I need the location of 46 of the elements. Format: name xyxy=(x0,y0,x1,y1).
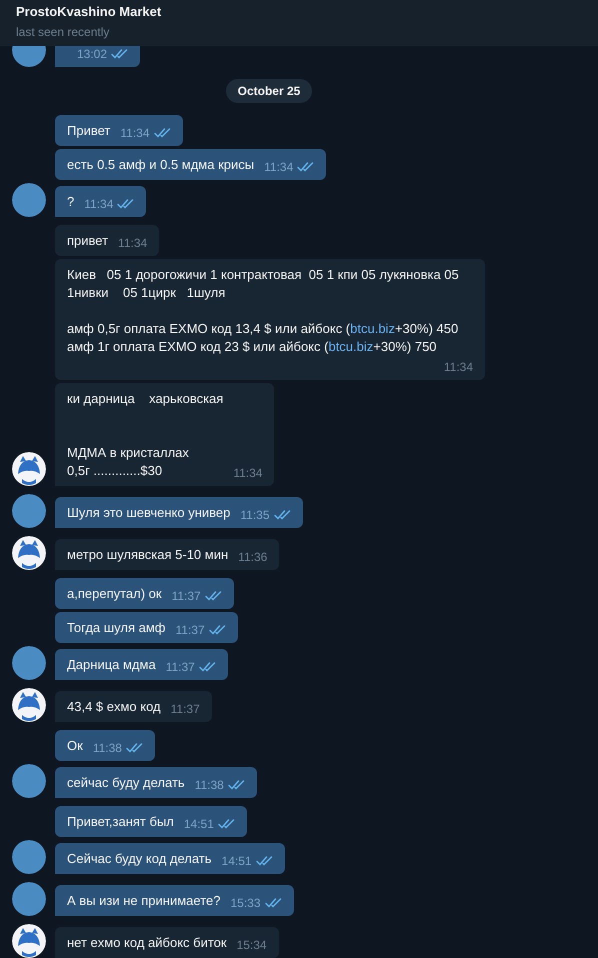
message-time: 14:51 xyxy=(222,853,252,870)
date-chip: October 25 xyxy=(226,79,312,103)
message-time: 11:37 xyxy=(172,588,201,605)
message-time: 11:38 xyxy=(194,777,224,794)
message-time: 14:51 xyxy=(184,816,214,833)
message-text: Киев 05 1 дорогожичи 1 контрактовая 05 1 кпи 05 лукяновка 05 1нивки 05 1цирк 1шуля амф 0,5г оплата EXMO код 13,4 $ или айбокс (btcu.biz+30%) 450 амф 1г оплата EXMO код 23 $ или айбокс (btcu.biz+30%) 750 xyxy=(67,266,460,356)
message-text: сейчас буду делать xyxy=(67,774,185,792)
message-text: Тогда шуля амф xyxy=(67,619,166,637)
message-time: 11:37 xyxy=(170,701,200,718)
message-time: 11:37 xyxy=(166,659,195,676)
message-text: Шуля это шевченко универ xyxy=(67,504,230,522)
message-time: 15:34 xyxy=(236,937,267,954)
message-time: 11:38 xyxy=(92,740,122,757)
message-time: 11:34 xyxy=(444,359,473,376)
message-text: Сейчас буду код делать xyxy=(67,850,212,868)
message-text: ки дарница харьковская МДМА в кристаллах 0,5г .............$30 xyxy=(67,390,224,480)
link[interactable]: btcu.biz xyxy=(328,339,374,354)
message-time: 11:34 xyxy=(84,196,114,213)
message-time: 11:36 xyxy=(238,549,268,566)
message-text: привет xyxy=(67,232,108,250)
message-time: 11:34 xyxy=(264,159,294,176)
avatar[interactable] xyxy=(12,924,46,958)
last-seen-status: last seen recently xyxy=(16,25,110,39)
avatar[interactable] xyxy=(12,536,46,570)
avatar[interactable] xyxy=(12,452,46,486)
message-time: 11:34 xyxy=(118,235,148,252)
message-time: 11:34 xyxy=(120,125,150,142)
chat-title: ProstoKvashino Market xyxy=(16,4,162,19)
message-time: 15:33 xyxy=(230,895,260,912)
message-text: Привет,занят был xyxy=(67,813,174,831)
message-text: ? xyxy=(67,193,74,211)
message-text: есть 0.5 амф и 0.5 мдма крисы xyxy=(67,156,254,174)
message-text: метро шулявская 5-10 мин xyxy=(67,546,228,564)
message-text: нет exмо код айбокс биток xyxy=(67,934,227,952)
message-text: 43,4 $ exмо код xyxy=(67,698,161,716)
link[interactable]: btcu.biz xyxy=(350,321,395,336)
message-time: 11:35 xyxy=(240,507,270,524)
message-text: а,перепутал) ок xyxy=(67,585,162,603)
message-time: 11:34 xyxy=(233,465,262,482)
message-text: А вы изи не принимаете? xyxy=(67,892,220,910)
message-time: 13:02 xyxy=(77,46,108,63)
message-text: Дарница мдма xyxy=(67,656,156,674)
message-time: 11:37 xyxy=(175,622,205,639)
message-text: Привет xyxy=(67,122,110,140)
avatar[interactable] xyxy=(12,688,46,722)
message-text: Ок xyxy=(67,737,83,755)
